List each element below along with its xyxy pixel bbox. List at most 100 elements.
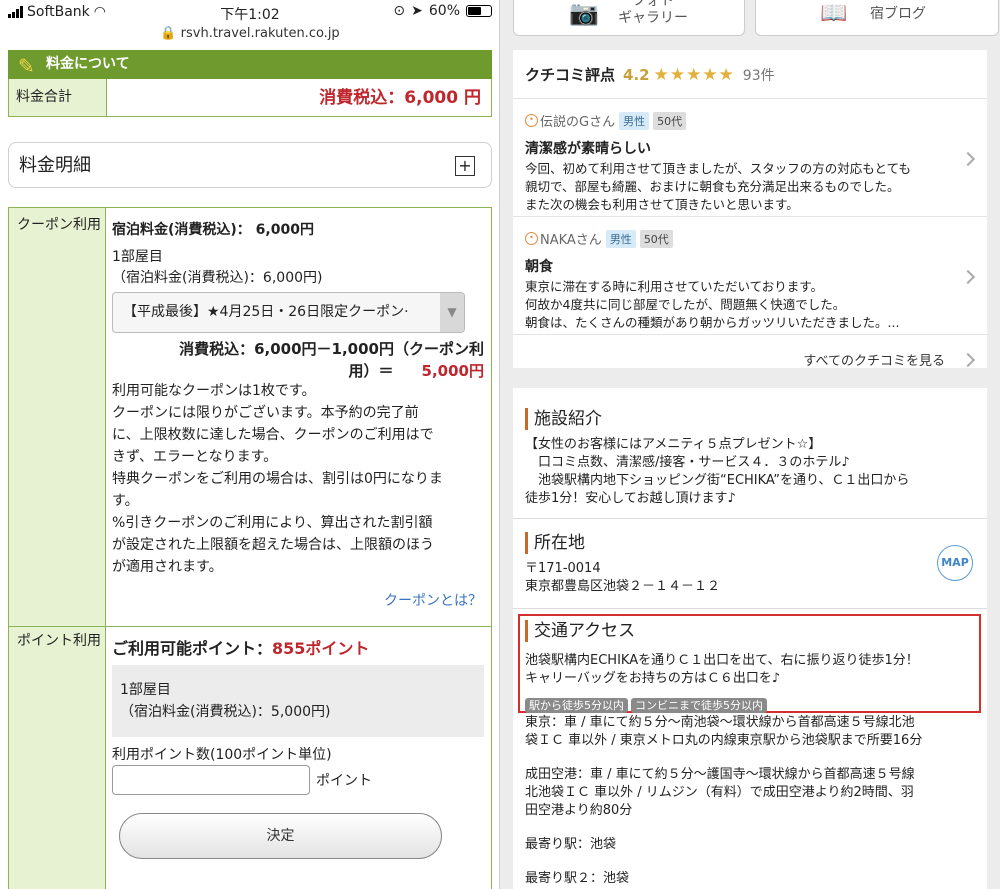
total-value: 消費税込：6,000 円 [319,88,481,108]
chevron-right-icon[interactable] [960,151,976,167]
camera-icon: 📷 [569,0,599,27]
calc-result: 5,000円 [421,362,484,380]
reviewer-name: 伝説のGさん [540,115,616,130]
url-bar[interactable]: 🔒 rsvh.travel.rakuten.co.jp [0,26,500,46]
coupon-info-link[interactable]: クーポンとは？ [384,590,482,610]
coupon-select[interactable]: 【平成最後】★4月25日・26日限定クーポン· ▼ [112,292,465,333]
hotel-info-card: 施設紹介 【女性のお客様にはアメニティ５点プレゼント☆】 口コミ点数、清潔感/接… [513,388,987,889]
status-bar: SoftBank ◠ 下午1:02 ⊙ ➤ 60% [0,0,500,26]
divider [513,334,987,335]
review-text: 東京に滞在する時に利用させていただいております。 何故か4度共に同じ部屋でしたが… [525,279,900,330]
calc-line2: 用）＝ [348,362,394,380]
access-tags: 駅から徒歩5分以内 コンビニまで徒歩5分以内 [525,694,770,713]
rotation-lock-icon: ⊙ [393,3,406,19]
chevron-right-icon[interactable] [960,352,976,368]
available-points: ご利用可能ポイント：855ポイント [112,635,369,659]
section-title: 料金について [46,56,130,72]
reviews-title: クチコミ評点 [525,66,616,84]
coupon-notes: 利用可能なクーポンは1枚です。 クーポンには限りがございます。本予約の完了前 に… [112,380,482,578]
room-fee-title: 宿泊料金(消費税込)： 6,000円 [112,222,314,238]
right-screenshot: 📷 フォト ギャラリー 📖 宿ブログ クチコミ評点 4.2 ★★★★★ 93件 • 伝説… [500,0,1000,889]
reviewer-icon: • [525,232,538,245]
review-item[interactable]: • 伝説のGさん 男性 50代 清潔感が素晴らしい 今回、初めて利用させて頂きましたが… [525,110,955,214]
address-text: 〒171-0014 東京都豊島区池袋２－１４－１２ [525,561,721,594]
points-room: 1部屋目 [120,682,171,698]
note-line: 特典クーポンをご利用の場合は、割引は0円になりま [112,471,443,487]
gender-badge: 男性 [605,229,636,248]
facility-text: 【女性のお客様にはアメニティ５点プレゼント☆】 口コミ点数、清潔感/接客・サービ… [525,437,910,506]
section-header-price: ✎ 料金について [8,50,492,79]
location-title: 所在地 [525,532,585,554]
calc-line1: 消費税込：6,000円－1,000円（クーポン利 [179,340,484,358]
book-icon: 📖 [820,1,848,26]
chevron-right-icon[interactable] [960,269,976,285]
battery-icon [466,5,492,17]
note-line: に、上限枚数に達した場合、クーポンのご利用はで [112,427,434,443]
decide-button[interactable]: 決定 [119,813,442,859]
access-text: 池袋駅構内ECHIKAを通りＣ１出口を出て、右に振り返り徒歩1分！ キャリーバッ… [525,653,919,686]
points-input-label: 利用ポイント数(100ポイント単位) [112,747,332,763]
hotel-blog-button[interactable]: 📖 宿ブログ [755,0,999,36]
points-unit: ポイント [316,773,372,789]
battery-percent: 60% [428,3,460,19]
coupon-select-value: 【平成最後】★4月25日・26日限定クーポン· [123,304,409,320]
dropdown-arrow-icon: ▼ [440,293,464,332]
hotel-blog-label: 宿ブログ [870,6,926,22]
note-line: %引きクーポンのご利用により、算出された割引額 [112,515,433,531]
photo-gallery-button[interactable]: 📷 フォト ギャラリー [513,0,745,36]
price-detail-toggle[interactable]: 料金明細 + [8,142,492,188]
gender-badge: 男性 [619,111,650,130]
access-tag: コンビニまで徒歩5分以内 [631,698,767,713]
see-all-reviews-link[interactable]: すべてのクチコミを見る [803,350,945,369]
access-title: 交通アクセス [525,620,635,642]
divider [513,518,987,519]
room-number: 1部屋目 [112,249,163,265]
review-item[interactable]: • NAKAさん 男性 50代 朝食 東京に滞在する時に利用させていただいております。… [525,228,955,332]
review-text: 今回、初めて利用させて頂きましたが、スタッフの方の対応もとても 親切で、部屋も綺… [525,161,912,212]
map-button[interactable]: MAP [937,545,973,581]
photo-gallery-label: フォト ギャラリー [618,0,688,26]
reviewer-icon: • [525,114,538,127]
review-score: 4.2 [623,66,650,84]
facility-title: 施設紹介 [525,408,602,430]
age-badge: 50代 [639,229,673,248]
note-line: クーポンには限りがございます。本予約の完了前 [112,405,419,421]
total-row: 料金合計 消費税込：6,000 円 [8,79,492,117]
plus-icon[interactable]: + [455,156,475,176]
review-count: 93件 [742,68,775,84]
divider [513,608,987,609]
divider [513,98,987,99]
pencil-icon: ✎ [18,54,35,78]
row-divider [9,626,491,627]
coupon-label: クーポン利用 [17,217,101,233]
points-room-box: 1部屋目 （宿泊料金(消費税込)：5,000円) [112,665,484,737]
reviews-header: クチコミ評点 4.2 ★★★★★ 93件 [525,64,775,85]
note-line: が設定された上限額を超えた場合は、上限額のほう [112,537,434,553]
star-rating-icon: ★★★★★ [653,65,735,85]
access-tag: 駅から徒歩5分以内 [525,698,628,713]
access-tokyo: 東京：車 / 車にて約５分～南池袋～環状線から首都高速５号線北池 袋ＩＣ 車以外… [525,715,923,748]
lock-icon: 🔒 [160,26,177,41]
points-fee: （宿泊料金(消費税込)：5,000円) [120,704,331,720]
total-label: 料金合計 [9,79,107,116]
table-label-column [9,208,106,889]
review-title: 清潔感が素晴らしい [525,141,651,157]
coupon-calculation: 消費税込：6,000円－1,000円（クーポン利 用）＝ 5,000円 [140,338,484,382]
age-badge: 50代 [653,111,687,130]
location-icon: ➤ [411,3,423,19]
reviewer-name: NAKAさん [540,233,602,248]
points-input[interactable] [112,765,310,795]
note-line: が適用されます。 [112,559,223,575]
points-title: ご利用可能ポイント： [112,639,273,658]
detail-label: 料金明細 [19,155,91,176]
reviews-card: クチコミ評点 4.2 ★★★★★ 93件 • 伝説のGさん 男性 50代 清潔感が素晴らしい… [513,50,987,369]
points-value: 855ポイント [272,639,370,658]
access-narita: 成田空港：車 / 車にて約５分～護国寺～環状線から首都高速５号線 北池袋ＩＣ 車… [525,767,915,818]
room-fee-sub: （宿泊料金(消費税込)：6,000円) [112,270,323,286]
divider [513,216,987,217]
note-line: 利用可能なクーポンは1枚です。 [112,383,316,399]
nearest-station-2: 最寄り駅２：池袋 [525,871,630,886]
point-label: ポイント利用 [17,633,101,649]
note-line: す。 [112,493,139,509]
left-screenshot: SoftBank ◠ 下午1:02 ⊙ ➤ 60% 🔒 rsvh.travel.… [0,0,500,889]
